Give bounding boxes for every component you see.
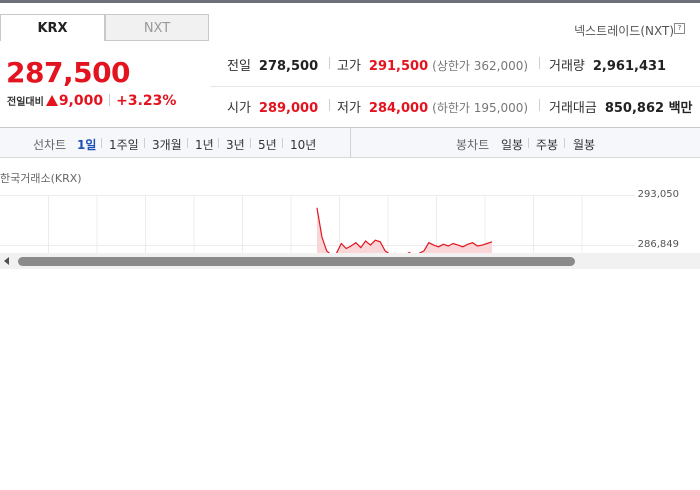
candle-monthly[interactable]: 월봉	[573, 136, 595, 153]
low-value: 284,000	[368, 101, 429, 116]
chart-scrollbar[interactable]	[0, 253, 700, 269]
info-divider	[210, 86, 700, 87]
open-value: 289,000	[258, 101, 319, 116]
lower-limit: (하한가 195,000)	[432, 101, 529, 115]
market-tabs: KRX NXT 넥스트레이드(NXT) ?	[0, 14, 700, 42]
nxt-link[interactable]: 넥스트레이드(NXT)	[574, 22, 674, 39]
candle-chart-label: 봉차트	[456, 138, 490, 152]
tab-nxt[interactable]: NXT	[105, 14, 209, 41]
toolbar-divider	[350, 128, 351, 158]
candle-daily[interactable]: 일봉	[501, 136, 523, 153]
period-5y[interactable]: 5년	[258, 136, 277, 153]
divider	[282, 138, 283, 148]
top-border	[0, 0, 700, 3]
chart-toolbar: 선차트 1일 1주일 3개월 1년 3년 5년 10년 봉차트 일봉 주봉 월봉	[0, 127, 700, 158]
y-tick-label: 286,849	[637, 239, 679, 250]
divider	[329, 57, 330, 69]
period-3m[interactable]: 3개월	[152, 136, 182, 153]
trade-value-value: 850,862 백만	[604, 101, 693, 116]
open-label: 시가	[227, 101, 251, 116]
line-chart-label: 선차트	[33, 138, 67, 152]
chart-svg	[0, 195, 635, 258]
divider	[109, 94, 111, 106]
volume-value: 2,961,431	[592, 59, 667, 74]
divider	[250, 138, 251, 148]
trade-value: 거래대금 850,862 백만	[549, 97, 693, 116]
divider	[187, 138, 188, 148]
high-label: 고가	[337, 59, 361, 74]
divider	[101, 138, 102, 148]
divider	[539, 57, 540, 69]
up-arrow-icon	[45, 95, 58, 106]
divider	[539, 99, 540, 111]
price-change: 전일대비 9,000 +3.23%	[7, 93, 176, 109]
divider	[218, 138, 219, 148]
trade-value-label: 거래대금	[549, 101, 597, 116]
period-1y[interactable]: 1년	[195, 136, 214, 153]
change-amount: 9,000	[58, 93, 104, 109]
y-tick-label: 293,050	[637, 189, 679, 200]
divider	[528, 138, 529, 148]
period-1w[interactable]: 1주일	[109, 136, 139, 153]
period-1d[interactable]: 1일	[77, 136, 96, 153]
scroll-left-icon[interactable]	[4, 257, 9, 265]
low-label: 저가	[337, 101, 361, 116]
help-icon[interactable]: ?	[674, 23, 685, 34]
period-10y[interactable]: 10년	[290, 136, 316, 153]
divider	[144, 138, 145, 148]
divider	[564, 138, 565, 148]
chart-title: 한국거래소(KRX)	[0, 172, 82, 185]
upper-limit: (상한가 362,000)	[432, 59, 529, 73]
period-3y[interactable]: 3년	[226, 136, 245, 153]
candle-weekly[interactable]: 주봉	[536, 136, 558, 153]
price-area-fill	[317, 207, 492, 257]
high-value: 291,500	[368, 59, 429, 74]
low-price: 저가 284,000 (하한가 195,000)	[337, 97, 528, 116]
prev-close-label: 전일	[227, 59, 251, 74]
divider	[329, 99, 330, 111]
volume: 거래량 2,961,431	[549, 55, 666, 74]
change-label: 전일대비	[7, 97, 44, 108]
high-price: 고가 291,500 (상한가 362,000)	[337, 55, 528, 74]
open-price: 시가 289,000	[227, 97, 318, 116]
scroll-thumb[interactable]	[18, 257, 575, 266]
price-chart[interactable]	[0, 195, 635, 258]
current-price: 287,500	[6, 56, 131, 89]
prev-close-value: 278,500	[258, 59, 319, 74]
tab-krx[interactable]: KRX	[0, 14, 105, 41]
volume-label: 거래량	[549, 59, 585, 74]
change-percent: +3.23%	[116, 93, 177, 109]
prev-close: 전일 278,500	[227, 55, 318, 74]
